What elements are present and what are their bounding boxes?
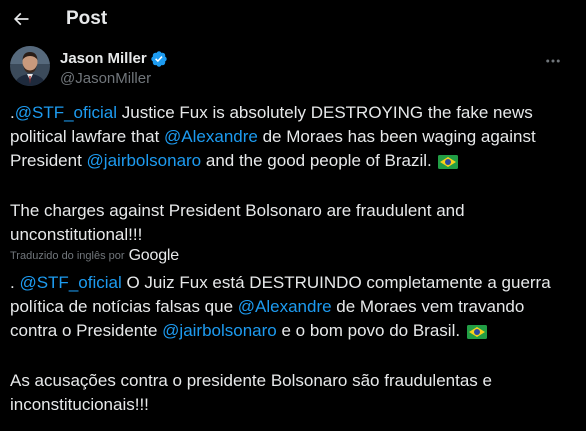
post-text-original-p1: .@STF_oficial Justice Fux is absolutely … bbox=[10, 101, 576, 173]
text-line: unconstitutional!!! bbox=[10, 225, 143, 244]
text-line: The charges against President Bolsonaro … bbox=[10, 201, 465, 220]
back-button[interactable] bbox=[4, 2, 38, 36]
text-segment: de Moraes vem travando bbox=[331, 297, 525, 316]
more-icon bbox=[546, 59, 560, 63]
post-text-translated-p1: . @STF_oficial O Juiz Fux está DESTRUIND… bbox=[10, 271, 576, 343]
verified-badge-icon[interactable] bbox=[150, 50, 168, 68]
post-author: Jason Miller @JasonMiller bbox=[10, 46, 576, 92]
brazil-flag-icon bbox=[466, 325, 487, 339]
text-line: inconstitucionais!!! bbox=[10, 395, 149, 414]
text-segment: President bbox=[10, 151, 87, 170]
text-segment: O Juiz Fux está DESTRUINDO completamente… bbox=[121, 273, 551, 292]
author-handle[interactable]: @JasonMiller bbox=[60, 70, 151, 88]
translation-label: Traduzido do inglês por bbox=[10, 250, 125, 262]
more-options-button[interactable] bbox=[538, 46, 568, 76]
mention-link[interactable]: @jairbolsonaro bbox=[162, 321, 277, 340]
text-line: .@STF_oficial Justice Fux is absolutely … bbox=[10, 101, 576, 125]
author-name-row: Jason Miller bbox=[60, 50, 168, 68]
text-segment: political lawfare that bbox=[10, 127, 165, 146]
text-segment: e o bom povo do Brasil. bbox=[276, 321, 465, 340]
text-segment: política de notícias falsas que bbox=[10, 297, 238, 316]
mention-link[interactable]: @Alexandre bbox=[238, 297, 332, 316]
text-line: President @jairbolsonaro and the good pe… bbox=[10, 149, 576, 173]
text-segment: de Moraes has been waging against bbox=[257, 127, 536, 146]
mention-link[interactable]: @jairbolsonaro bbox=[87, 151, 202, 170]
google-logo: Google bbox=[128, 247, 180, 264]
mention-link[interactable]: @Alexandre bbox=[164, 127, 258, 146]
text-line: . @STF_oficial O Juiz Fux está DESTRUIND… bbox=[10, 271, 576, 295]
page-title: Post bbox=[66, 8, 108, 29]
post-text-translated-p2: As acusações contra o presidente Bolsona… bbox=[10, 369, 576, 417]
text-line: political lawfare that @Alexandre de Mor… bbox=[10, 125, 576, 149]
arrow-left-icon bbox=[13, 12, 29, 26]
text-line: política de notícias falsas que @Alexand… bbox=[10, 295, 576, 319]
author-name[interactable]: Jason Miller bbox=[60, 50, 147, 68]
avatar[interactable] bbox=[10, 46, 50, 86]
avatar-image bbox=[10, 46, 50, 86]
brazil-flag-icon bbox=[438, 155, 459, 169]
mention-link[interactable]: @STF_oficial bbox=[19, 273, 121, 292]
text-segment: Justice Fux is absolutely DESTROYING the… bbox=[117, 103, 533, 122]
post-header: Post bbox=[0, 0, 586, 38]
mention-link[interactable]: @STF_oficial bbox=[15, 103, 117, 122]
text-segment: contra o Presidente bbox=[10, 321, 163, 340]
translation-attribution: Traduzido do inglês por Google bbox=[10, 247, 180, 264]
post-text-original-p2: The charges against President Bolsonaro … bbox=[10, 199, 576, 247]
text-segment: and the good people of Brazil. bbox=[201, 151, 437, 170]
text-line: As acusações contra o presidente Bolsona… bbox=[10, 371, 492, 390]
text-line: contra o Presidente @jairbolsonaro e o b… bbox=[10, 319, 576, 343]
